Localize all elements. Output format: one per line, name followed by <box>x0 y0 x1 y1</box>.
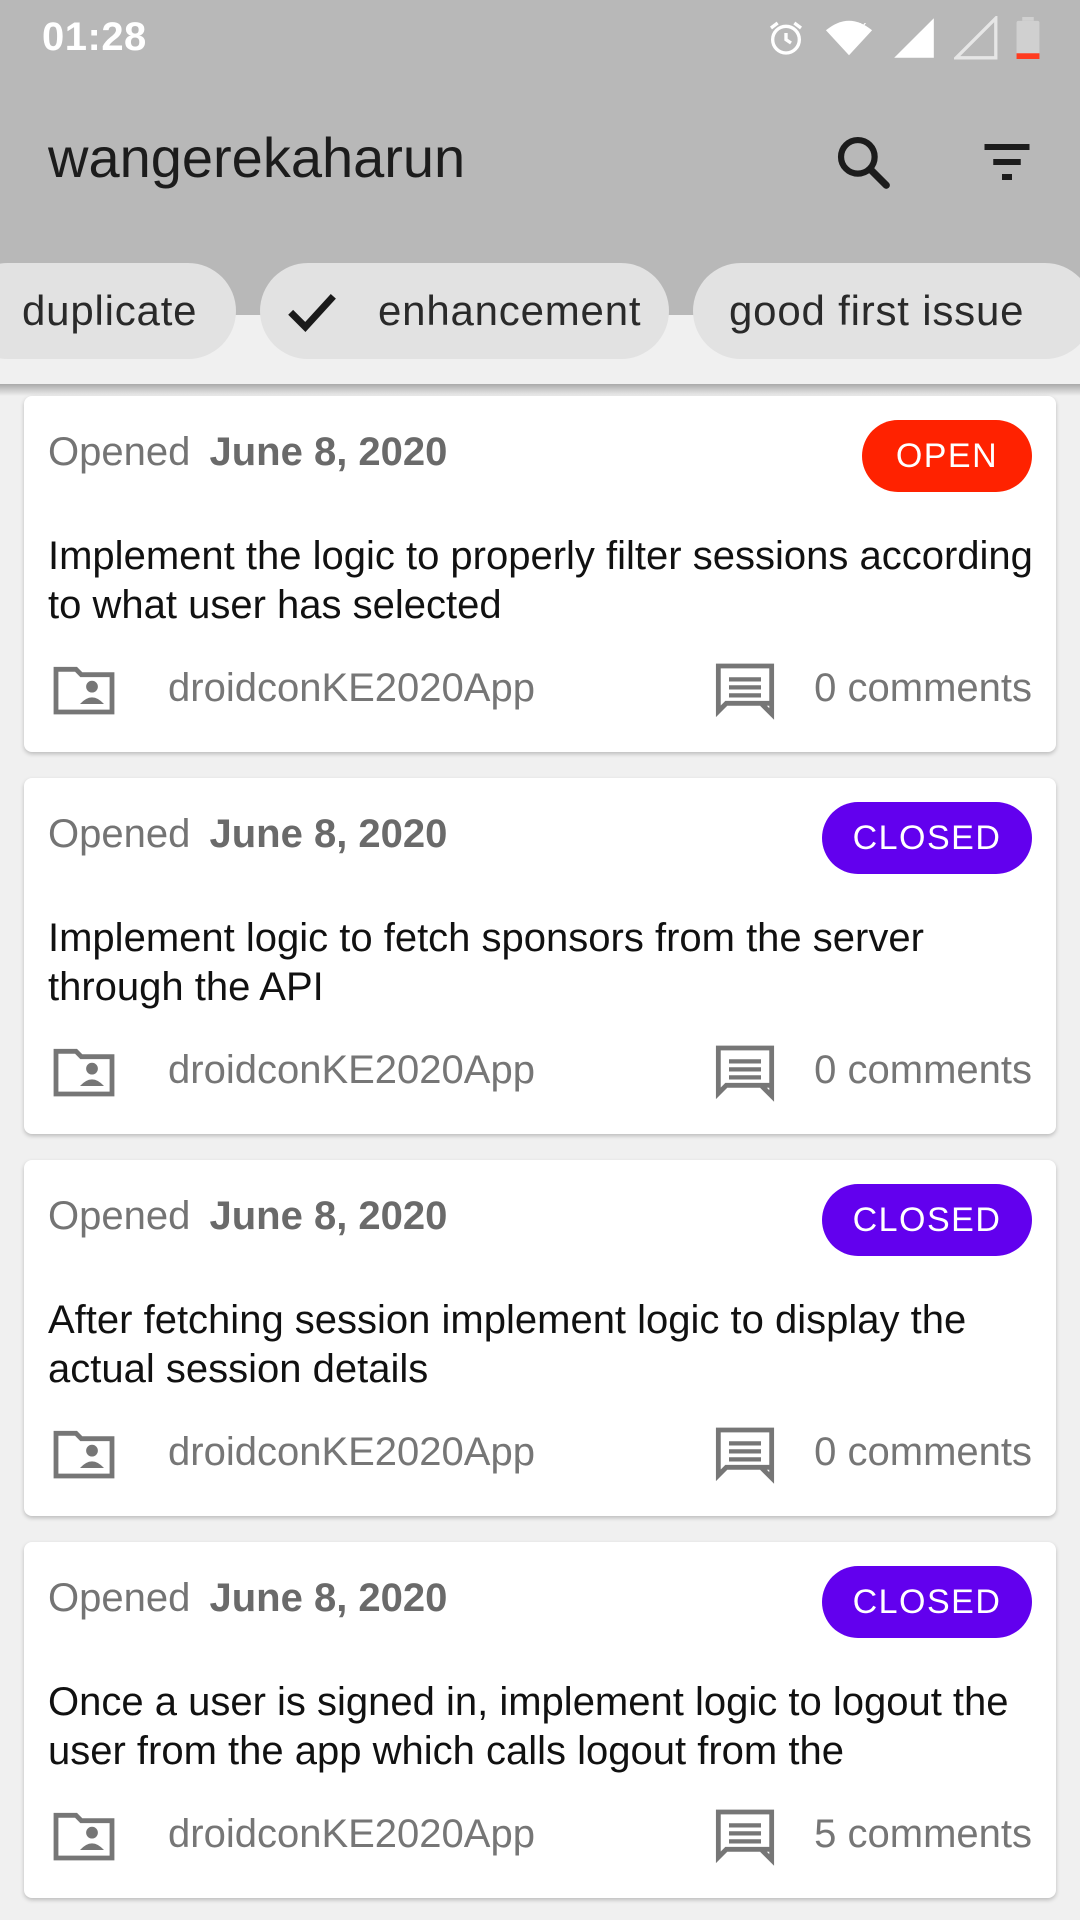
opened-date: June 8, 2020 <box>209 1194 448 1238</box>
search-icon <box>837 136 890 189</box>
status-time: 01:28 <box>42 15 147 59</box>
opened-date-line: Opened June 8, 2020 <box>48 430 447 475</box>
folder-shared-icon <box>53 1430 115 1479</box>
comment-count: 0 comments <box>814 666 1032 710</box>
repo-name: droidconKE2020App <box>168 1812 535 1856</box>
issue-meta: droidconKE2020App 0 comments <box>48 658 1032 722</box>
repo-name: droidconKE2020App <box>168 1048 535 1092</box>
signal-icon <box>894 17 934 58</box>
comment-icon <box>715 1427 775 1484</box>
search-button[interactable] <box>818 117 908 207</box>
status-badge: CLOSED <box>822 802 1032 874</box>
issue-card[interactable]: Opened June 8, 2020 CLOSED Once a user i… <box>24 1542 1056 1898</box>
folder-shared-icon <box>53 1812 115 1861</box>
chip-good-first-issue[interactable]: good first issue <box>693 263 1080 359</box>
filter-icon <box>984 144 1030 180</box>
status-badge: OPEN <box>862 420 1032 492</box>
repo-name: droidconKE2020App <box>168 1430 535 1474</box>
opened-date-line: Opened June 8, 2020 <box>48 1576 447 1621</box>
status-icons: x <box>766 15 1040 60</box>
filter-button[interactable] <box>962 117 1052 207</box>
chip-enhancement[interactable]: enhancement <box>260 263 669 359</box>
folder-shared-icon <box>53 666 115 715</box>
issue-title: Once a user is signed in, implement logi… <box>48 1680 1009 1773</box>
status-badge: CLOSED <box>822 1184 1032 1256</box>
issue-meta: droidconKE2020App 5 comments <box>48 1804 1032 1868</box>
comment-count: 0 comments <box>814 1430 1032 1474</box>
chip-label: enhancement <box>378 287 642 334</box>
issue-title: After fetching session implement logic t… <box>48 1298 967 1391</box>
comment-icon <box>715 1045 775 1102</box>
issue-meta: droidconKE2020App 0 comments <box>48 1422 1032 1486</box>
chip-label: good first issue <box>729 287 1025 334</box>
check-icon <box>288 293 336 333</box>
opened-label: Opened <box>48 1194 191 1238</box>
signal-empty-icon <box>954 15 998 59</box>
opened-label: Opened <box>48 812 191 856</box>
chip-label: duplicate <box>22 287 198 334</box>
issue-title: Implement the logic to properly filter s… <box>48 534 1033 627</box>
issue-card[interactable]: Opened June 8, 2020 OPEN Implement the l… <box>24 396 1056 752</box>
wifi-icon: x <box>825 19 873 55</box>
app-bar-shadow <box>0 384 1080 396</box>
app-screen: 01:28 x wangerekaharun duplicate enhance… <box>0 0 1080 1920</box>
label-chips: duplicate enhancement good first issue <box>0 263 1080 361</box>
comment-count: 5 comments <box>814 1812 1032 1856</box>
app-bar: wangerekaharun duplicate enhancement goo… <box>0 75 1080 359</box>
status-bar: 01:28 x <box>0 0 1080 75</box>
chip-duplicate[interactable]: duplicate <box>0 263 236 359</box>
comment-count: 0 comments <box>814 1048 1032 1092</box>
repo-name: droidconKE2020App <box>168 666 535 710</box>
battery-icon <box>1016 16 1040 59</box>
comment-icon <box>715 1809 775 1866</box>
issue-card[interactable]: Opened June 8, 2020 CLOSED After fetchin… <box>24 1160 1056 1516</box>
comment-icon <box>715 663 775 720</box>
status-badge: CLOSED <box>822 1566 1032 1638</box>
opened-date-line: Opened June 8, 2020 <box>48 812 447 857</box>
opened-date: June 8, 2020 <box>209 430 448 474</box>
opened-date-line: Opened June 8, 2020 <box>48 1194 447 1239</box>
opened-label: Opened <box>48 430 191 474</box>
opened-label: Opened <box>48 1576 191 1620</box>
opened-date: June 8, 2020 <box>209 1576 448 1620</box>
svg-text:x: x <box>859 19 867 34</box>
page-title: wangerekaharun <box>48 126 466 189</box>
issue-title: Implement logic to fetch sponsors from t… <box>48 916 924 1009</box>
opened-date: June 8, 2020 <box>209 812 448 856</box>
issue-card[interactable]: Opened June 8, 2020 CLOSED Implement log… <box>24 778 1056 1134</box>
issue-meta: droidconKE2020App 0 comments <box>48 1040 1032 1104</box>
folder-shared-icon <box>53 1048 115 1097</box>
alarm-icon <box>770 21 802 55</box>
